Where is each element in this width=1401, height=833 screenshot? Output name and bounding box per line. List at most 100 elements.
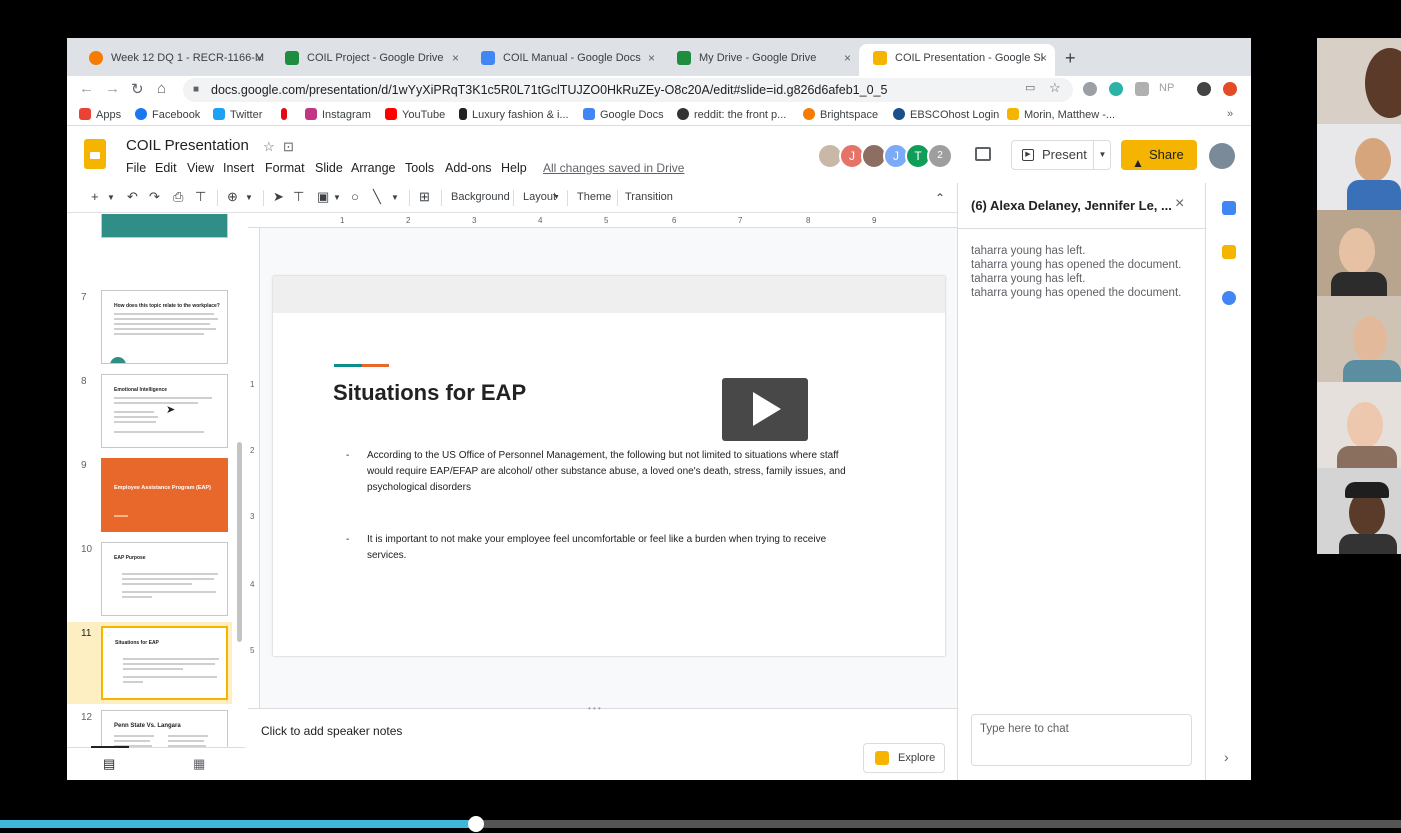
extension-icon[interactable] <box>1109 82 1123 96</box>
present-dropdown-icon[interactable]: ▼ <box>1093 140 1111 170</box>
tasks-icon[interactable] <box>1222 291 1236 305</box>
star-icon[interactable]: ☆ <box>1049 80 1061 96</box>
shape-icon[interactable]: ○ <box>351 189 359 204</box>
more-collaborators-icon[interactable]: 2 <box>927 143 953 169</box>
filmstrip-view-icon[interactable]: ▤ <box>103 756 115 772</box>
speaker-notes[interactable]: • • • Click to add speaker notes Explore <box>248 704 957 780</box>
slide-thumbnail-8[interactable]: Emotional Intelligence ➤ <box>101 374 228 448</box>
home-icon[interactable]: ⌂ <box>157 80 166 97</box>
text-box-icon[interactable]: ⊤ <box>293 189 304 205</box>
calendar-icon[interactable] <box>1222 201 1236 215</box>
extension-icon[interactable] <box>1135 82 1149 96</box>
doc-title[interactable]: COIL Presentation <box>126 137 249 154</box>
undo-icon[interactable]: ↶ <box>127 189 138 205</box>
resize-handle-icon[interactable]: • • • <box>588 704 601 713</box>
video-play-button[interactable] <box>722 378 808 441</box>
chevron-down-icon[interactable]: ▼ <box>107 193 115 202</box>
slide-title[interactable]: Situations for EAP <box>333 380 526 406</box>
new-slide-icon[interactable]: + <box>91 189 99 204</box>
filmstrip-scrollbar[interactable] <box>237 442 242 642</box>
new-tab-button[interactable]: + <box>1065 48 1076 69</box>
slide-thumbnail-6[interactable] <box>101 214 228 238</box>
reload-icon[interactable]: ↻ <box>131 80 144 98</box>
layout-button[interactable]: Layout <box>523 191 556 203</box>
bookmark-youtube[interactable]: YouTube <box>385 108 445 121</box>
menu-slide[interactable]: Slide <box>315 161 343 175</box>
bookmark-morin[interactable]: Morin, Matthew -... <box>1007 108 1115 121</box>
menu-arrange[interactable]: Arrange <box>351 161 395 175</box>
current-slide[interactable]: Situations for EAP - According to the US… <box>273 276 945 656</box>
transition-button[interactable]: Transition <box>625 191 673 203</box>
extension-icon[interactable] <box>1223 82 1237 96</box>
tab-coil-manual[interactable]: COIL Manual - Google Docs × <box>467 44 663 76</box>
move-folder-icon[interactable]: ⊡ <box>283 139 294 155</box>
chat-input[interactable]: Type here to chat <box>971 714 1192 766</box>
extension-icon[interactable] <box>1083 82 1097 96</box>
keep-icon[interactable] <box>1222 245 1236 259</box>
cast-icon[interactable]: ▭ <box>1025 81 1035 94</box>
forward-icon[interactable]: → <box>105 80 120 97</box>
menu-addons[interactable]: Add-ons <box>445 161 492 175</box>
chevron-down-icon[interactable]: ▼ <box>333 193 341 202</box>
close-icon[interactable]: × <box>1175 195 1184 213</box>
close-icon[interactable]: × <box>1040 44 1047 72</box>
bookmark-twitter[interactable]: Twitter <box>213 108 262 121</box>
print-icon[interactable]: ⎙ <box>173 189 183 205</box>
select-cursor-icon[interactable]: ➤ <box>273 189 284 205</box>
slide-bullet[interactable]: It is important to not make your employe… <box>367 532 867 564</box>
chevron-right-icon[interactable]: › <box>1224 749 1229 765</box>
bookmark-instagram[interactable]: Instagram <box>305 108 371 121</box>
bookmark-google-docs[interactable]: Google Docs <box>583 108 664 121</box>
extension-np-icon[interactable]: NP <box>1159 82 1174 94</box>
back-icon[interactable]: ← <box>79 80 94 97</box>
menu-tools[interactable]: Tools <box>405 161 434 175</box>
speaker-notes-placeholder[interactable]: Click to add speaker notes <box>261 724 402 738</box>
bookmark-ebscohost[interactable]: EBSCOhost Login <box>893 108 999 121</box>
menu-edit[interactable]: Edit <box>155 161 177 175</box>
theme-button[interactable]: Theme <box>577 191 611 203</box>
slide-bullet[interactable]: According to the US Office of Personnel … <box>367 448 867 496</box>
menu-insert[interactable]: Insert <box>223 161 254 175</box>
star-icon[interactable]: ☆ <box>263 139 275 155</box>
bookmark-facebook[interactable]: Facebook <box>135 108 200 121</box>
tab-my-drive[interactable]: My Drive - Google Drive × <box>663 44 859 76</box>
bookmarks-more-button[interactable]: » <box>1227 108 1233 120</box>
menu-view[interactable]: View <box>187 161 214 175</box>
collapse-menu-icon[interactable]: ⌃ <box>935 191 945 205</box>
line-icon[interactable]: ╲ <box>373 189 381 205</box>
bookmark-reddit[interactable]: reddit: the front p... <box>677 108 786 121</box>
tab-week12[interactable]: Week 12 DQ 1 - RECR-1166-M × <box>75 44 271 76</box>
close-icon[interactable]: × <box>256 44 263 72</box>
url-input[interactable]: ■ docs.google.com/presentation/d/1wYyXiP… <box>183 78 1073 102</box>
chevron-down-icon[interactable]: ▼ <box>391 193 399 202</box>
profile-icon[interactable] <box>1197 82 1211 96</box>
chevron-down-icon[interactable]: ▼ <box>553 194 560 201</box>
image-icon[interactable]: ▣ <box>317 189 329 205</box>
saved-status[interactable]: All changes saved in Drive <box>543 161 684 175</box>
zoom-icon[interactable]: ⊕ <box>227 189 238 205</box>
explore-button[interactable]: Explore <box>863 743 945 773</box>
account-avatar[interactable] <box>1209 143 1235 169</box>
slides-logo-icon[interactable] <box>84 139 106 169</box>
slide-thumbnail-11[interactable]: Situations for EAP <box>101 626 228 700</box>
close-icon[interactable]: × <box>844 44 851 72</box>
menu-format[interactable]: Format <box>265 161 305 175</box>
chevron-down-icon[interactable]: ▼ <box>245 193 253 202</box>
share-button[interactable]: ▲ Share <box>1121 140 1197 170</box>
close-icon[interactable]: × <box>452 44 459 72</box>
close-icon[interactable]: × <box>648 44 655 72</box>
tab-coil-project[interactable]: COIL Project - Google Drive × <box>271 44 467 76</box>
slide-thumbnail-10[interactable]: EAP Purpose <box>101 542 228 616</box>
menu-help[interactable]: Help <box>501 161 527 175</box>
grid-view-icon[interactable]: ▦ <box>193 756 205 772</box>
paint-format-icon[interactable]: ⊤ <box>195 189 206 205</box>
slide-thumbnail-7[interactable]: How does this topic relate to the workpl… <box>101 290 228 364</box>
bookmark-brightspace[interactable]: Brightspace <box>803 108 878 121</box>
comment-add-icon[interactable]: ⊞ <box>419 189 430 205</box>
tab-coil-presentation[interactable]: COIL Presentation - Google Sl × <box>859 44 1055 76</box>
background-button[interactable]: Background <box>451 191 510 203</box>
menu-file[interactable]: File <box>126 161 146 175</box>
slide-thumbnail-9[interactable]: Employee Assistance Program (EAP) <box>101 458 228 532</box>
redo-icon[interactable]: ↷ <box>149 189 160 205</box>
slide-thumbnail-12[interactable]: Penn State Vs. Langara <box>101 710 228 747</box>
